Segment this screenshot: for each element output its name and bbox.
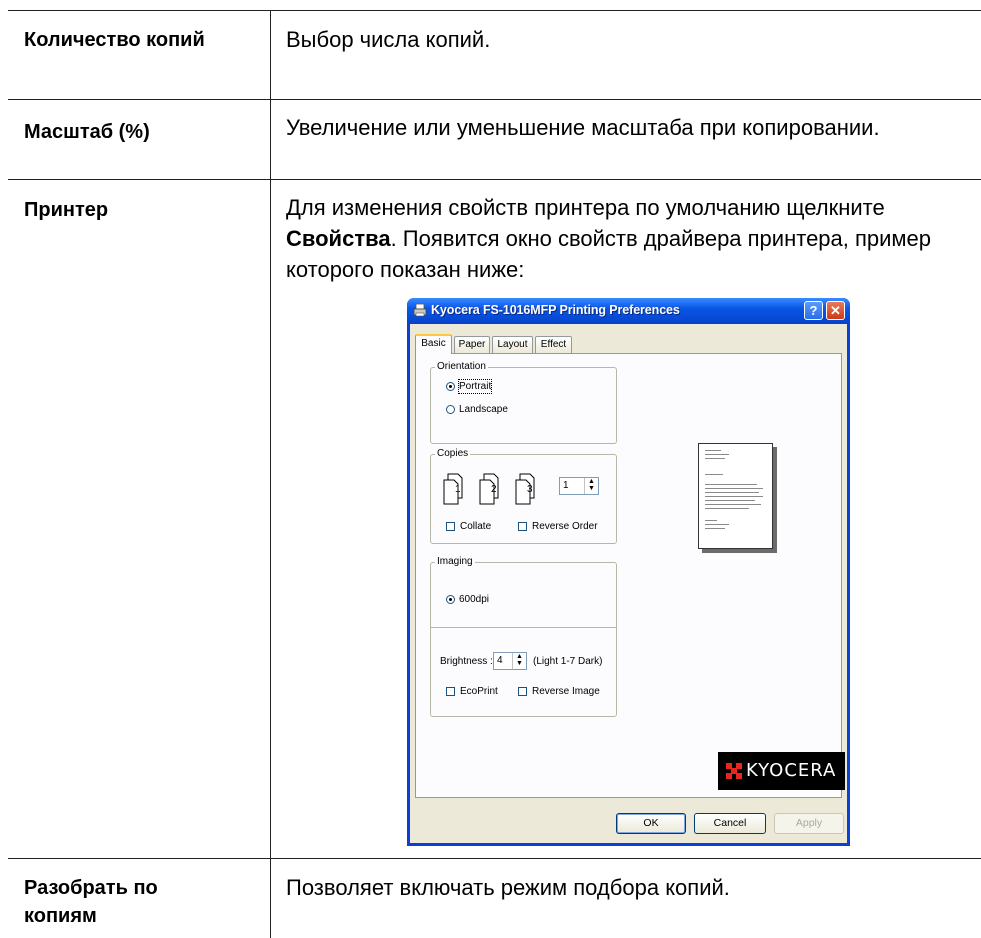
table-row-divider <box>8 99 981 100</box>
portrait-radio[interactable] <box>446 382 455 391</box>
row-label-printer: Принтер <box>24 199 109 221</box>
printing-preferences-dialog: Kyocera FS-1016MFP Printing Preferences … <box>407 298 850 846</box>
copies-group-title: Copies <box>435 447 471 461</box>
table-border-top <box>8 10 981 11</box>
reverse-order-checkbox[interactable] <box>518 522 527 531</box>
imaging-group-title: Imaging <box>435 555 475 569</box>
row-label-scale: Масштаб (%) <box>24 121 150 143</box>
reverse-image-checkbox[interactable] <box>518 687 527 696</box>
help-button[interactable]: ? <box>804 301 823 320</box>
orientation-group-title: Orientation <box>435 360 488 374</box>
ecoprint-checkbox[interactable] <box>446 687 455 696</box>
dialog-client-area: Basic Paper Layout Effect Orientation Po… <box>410 324 847 843</box>
resolution-600dpi-label[interactable]: 600dpi <box>459 593 489 606</box>
brightness-value: 4 <box>497 655 503 666</box>
landscape-label[interactable]: Landscape <box>459 403 508 416</box>
basic-tab-panel: Orientation Portrait Landscape Copies 1 … <box>415 353 845 798</box>
row-label-copies: Количество копий <box>24 29 205 51</box>
cancel-button[interactable]: Cancel <box>694 813 766 834</box>
page-number-1: 1 <box>455 484 461 495</box>
table-column-divider <box>270 10 271 938</box>
table-row-divider <box>8 179 981 180</box>
row-text-collate: Позволяет включать режим подбора копий. <box>286 875 730 900</box>
properties-bold-text: Свойства <box>286 226 391 251</box>
row-text-copies: Выбор числа копий. <box>286 27 491 52</box>
dialog-title: Kyocera FS-1016MFP Printing Preferences <box>431 303 680 317</box>
kyocera-logo: KYOCERA <box>718 752 845 790</box>
tab-paper[interactable]: Paper <box>454 336 490 353</box>
resolution-600dpi-radio[interactable] <box>446 595 455 604</box>
collate-label[interactable]: Collate <box>460 520 491 533</box>
copies-value: 1 <box>563 480 569 491</box>
brightness-arrows-icon[interactable]: ▲ ▼ <box>512 653 526 669</box>
tab-layout[interactable]: Layout <box>492 336 533 353</box>
copies-group: Copies 1 2 3 1 ▲ ▼ Collate Reverse Order <box>430 447 617 544</box>
kyocera-mark-icon <box>726 763 742 779</box>
brightness-range-label: (Light 1-7 Dark) <box>533 656 603 667</box>
row-text-scale: Увеличение или уменьшение масштаба при к… <box>286 115 880 140</box>
row-text-printer-part1: Для изменения свойств принтера по умолча… <box>286 195 885 220</box>
dialog-titlebar[interactable]: Kyocera FS-1016MFP Printing Preferences … <box>407 298 850 324</box>
printer-icon <box>413 304 427 317</box>
row-text-printer: Для изменения свойств принтера по умолча… <box>286 192 976 285</box>
page-preview <box>698 443 773 549</box>
spinner-arrows-icon[interactable]: ▲ ▼ <box>584 478 598 494</box>
landscape-radio[interactable] <box>446 405 455 414</box>
collate-checkbox[interactable] <box>446 522 455 531</box>
brightness-label: Brightness : <box>440 656 493 667</box>
kyocera-logo-text: KYOCERA <box>746 760 837 781</box>
orientation-group: Orientation Portrait Landscape <box>430 360 617 444</box>
ecoprint-label[interactable]: EcoPrint <box>460 685 498 698</box>
ok-button[interactable]: OK <box>616 813 686 834</box>
table-row-divider <box>8 858 981 859</box>
imaging-divider <box>431 627 616 628</box>
apply-button[interactable]: Apply <box>774 813 844 834</box>
page-number-3: 3 <box>527 484 533 495</box>
tab-basic[interactable]: Basic <box>415 334 452 354</box>
close-button[interactable]: ✕ <box>826 301 845 320</box>
page-number-2: 2 <box>491 484 497 495</box>
reverse-image-label[interactable]: Reverse Image <box>532 685 600 698</box>
copies-spinner[interactable]: 1 ▲ ▼ <box>559 477 599 495</box>
portrait-label[interactable]: Portrait <box>457 379 493 394</box>
reverse-order-label[interactable]: Reverse Order <box>532 520 598 533</box>
tab-effect[interactable]: Effect <box>535 336 572 353</box>
imaging-group: Imaging 600dpi Brightness : 4 ▲ ▼ (Light … <box>430 555 617 717</box>
brightness-spinner[interactable]: 4 ▲ ▼ <box>493 652 527 670</box>
row-label-collate: Разобрать по копиям <box>24 877 158 927</box>
